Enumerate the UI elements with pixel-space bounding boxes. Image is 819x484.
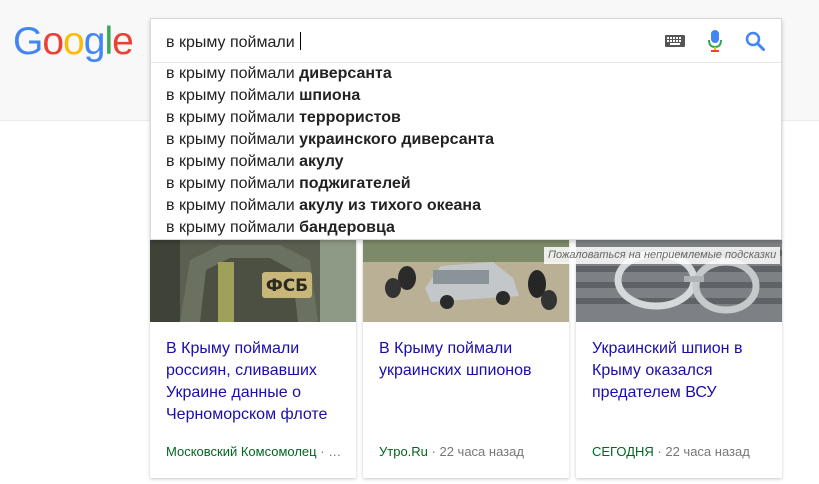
suggestion-prefix: в крыму поймали [166, 153, 300, 170]
logo-letter: o [63, 20, 85, 63]
suggestion-prefix: в крыму поймали [166, 197, 300, 214]
news-meta: СЕГОДНЯ · 22 часа назад [592, 444, 750, 460]
news-source: СЕГОДНЯ [592, 444, 654, 459]
logo-letter: e [112, 20, 134, 63]
news-card[interactable]: Украинский шпион в Крыму оказался предат… [576, 240, 782, 478]
news-card[interactable]: ФСБ В Крыму поймали россиян, сливавших У… [150, 240, 356, 478]
suggestion-prefix: в крыму поймали [166, 175, 300, 192]
suggestion-completion: террористов [299, 109, 401, 126]
news-image: ФСБ [150, 240, 356, 322]
news-separator: · [427, 444, 440, 459]
search-icon[interactable] [745, 31, 765, 56]
logo-letter: G [13, 20, 43, 63]
suggestion-item[interactable]: в крыму поймали шпиона [151, 85, 781, 107]
suggestion-item[interactable]: в крыму поймали диверсанта [151, 63, 781, 85]
suggestion-completion: шпиона [299, 87, 361, 104]
news-time: 22 часа назад [439, 444, 524, 459]
search-input[interactable]: в крыму поймали [166, 32, 301, 52]
suggestion-prefix: в крыму поймали [166, 131, 300, 148]
news-separator: · [316, 444, 329, 459]
logo-letter: o [42, 20, 64, 63]
news-time: … [328, 444, 342, 459]
report-suggestions-link[interactable]: Пожаловаться на неприемлемые подсказки [544, 247, 780, 264]
suggestion-item[interactable]: в крыму поймали украинского диверсанта [151, 129, 781, 151]
keyboard-icon[interactable] [665, 34, 685, 52]
news-image-badge-text: ФСБ [266, 276, 308, 296]
suggestion-completion: акулу [299, 153, 344, 170]
news-title[interactable]: Украинский шпион в Крыму оказался предат… [592, 338, 772, 404]
suggestion-completion: украинского диверсанта [299, 131, 494, 148]
microphone-icon[interactable] [708, 30, 722, 57]
text-caret [299, 32, 301, 50]
news-card[interactable]: В Крыму поймали украинских шпионов Утро.… [363, 240, 569, 478]
news-meta: Утро.Ru · 22 часа назад [379, 444, 524, 460]
news-image [363, 240, 569, 322]
autocomplete-list: в крыму поймали диверсанта в крыму пойма… [151, 63, 781, 239]
suggestion-prefix: в крыму поймали [166, 65, 300, 82]
suggestion-completion: поджигателей [299, 175, 411, 192]
news-source: Утро.Ru [379, 444, 428, 459]
search-box[interactable]: в крыму поймали в крыму поймали диверсан… [150, 18, 782, 240]
suggestion-completion: бандеровца [299, 219, 395, 236]
suggestion-item[interactable]: в крыму поймали бандеровца [151, 217, 781, 239]
news-separator: · [653, 444, 666, 459]
search-query-text: в крыму поймали [166, 34, 295, 51]
suggestion-prefix: в крыму поймали [166, 109, 300, 126]
news-time: 22 часа назад [665, 444, 750, 459]
logo-letter: g [83, 20, 106, 63]
suggestion-item[interactable]: в крыму поймали акулу из тихого океана [151, 195, 781, 217]
logo-letter: l [104, 20, 113, 63]
search-input-row[interactable]: в крыму поймали [151, 19, 781, 63]
suggestion-item[interactable]: в крыму поймали акулу [151, 151, 781, 173]
news-title[interactable]: В Крыму поймали россиян, сливавших Украи… [166, 338, 346, 426]
suggestion-completion: акулу из тихого океана [299, 197, 481, 214]
google-logo[interactable]: Google [13, 20, 134, 64]
news-source: Московский Комсомолец [166, 444, 317, 459]
suggestion-completion: диверсанта [299, 65, 392, 82]
suggestion-prefix: в крыму поймали [166, 219, 300, 236]
suggestion-item[interactable]: в крыму поймали террористов [151, 107, 781, 129]
news-title[interactable]: В Крыму поймали украинских шпионов [379, 338, 559, 382]
suggestion-prefix: в крыму поймали [166, 87, 300, 104]
news-meta: Московский Комсомолец · … [166, 444, 341, 460]
suggestion-item[interactable]: в крыму поймали поджигателей [151, 173, 781, 195]
